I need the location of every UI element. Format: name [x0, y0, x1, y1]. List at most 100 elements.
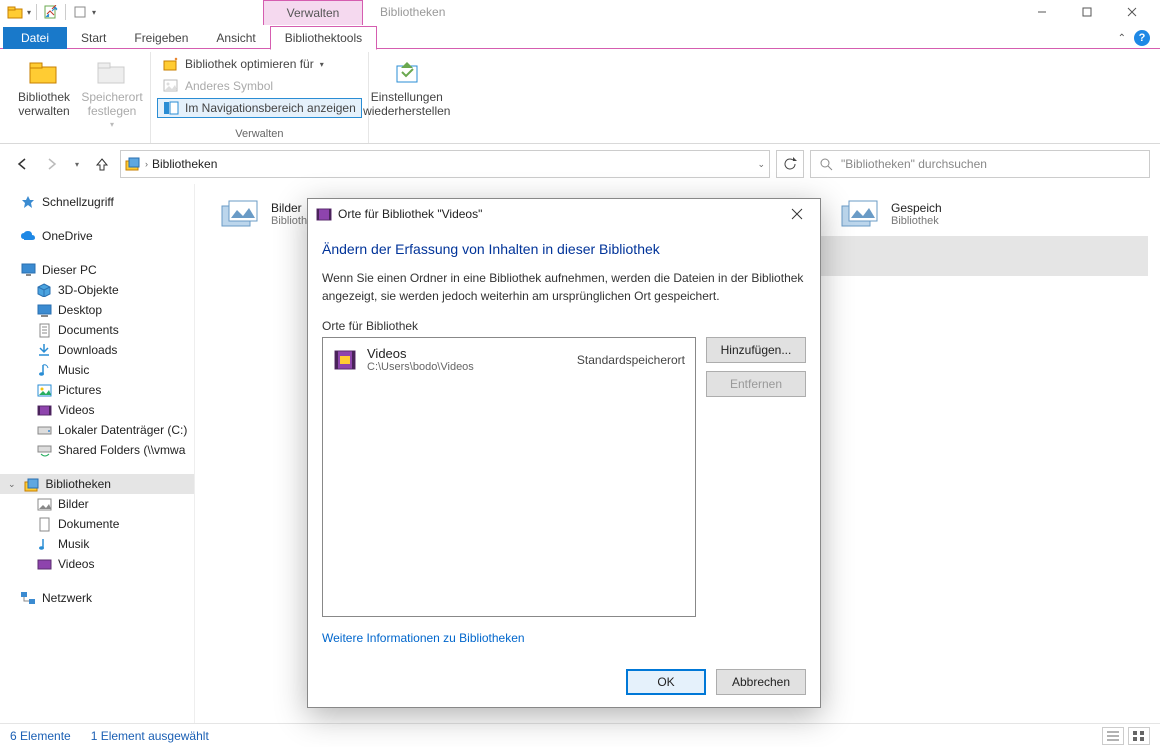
sidebar-item-onedrive[interactable]: OneDrive — [0, 226, 194, 246]
view-details-button[interactable] — [1102, 727, 1124, 745]
optimize-library-button[interactable]: Bibliothek optimieren für ▾ — [157, 54, 362, 74]
label: Dokumente — [58, 517, 119, 531]
forward-button[interactable] — [40, 152, 64, 176]
search-input[interactable]: "Bibliotheken" durchsuchen — [810, 150, 1150, 178]
ribbon: Bibliothek verwalten Speicherort festleg… — [0, 49, 1160, 144]
sidebar-item-pictures[interactable]: Pictures — [0, 380, 194, 400]
video-icon — [36, 402, 52, 418]
chevron-down-icon[interactable]: ▾ — [27, 8, 31, 17]
change-icon-button[interactable]: Anderes Symbol — [157, 76, 362, 96]
library-locations-dialog: Orte für Bibliothek "Videos" Ändern der … — [307, 198, 821, 708]
help-icon[interactable]: ? — [1134, 30, 1150, 46]
sidebar-item-libraries[interactable]: ⌄ Bibliotheken — [0, 474, 194, 494]
library-item-gespeichert[interactable]: GespeichBibliothek — [835, 194, 1115, 234]
cancel-button[interactable]: Abbrechen — [716, 669, 806, 695]
window-controls — [1019, 0, 1154, 25]
qat-newfolder-icon[interactable] — [71, 3, 89, 21]
sidebar-item-quickaccess[interactable]: Schnellzugriff — [0, 192, 194, 212]
label: Documents — [58, 323, 119, 337]
qat-properties-icon[interactable] — [42, 3, 60, 21]
group-label — [76, 129, 79, 146]
dialog-titlebar[interactable]: Orte für Bibliothek "Videos" — [308, 199, 820, 229]
sidebar-item-documents[interactable]: Documents — [0, 320, 194, 340]
location-path: C:\Users\bodo\Videos — [367, 361, 474, 373]
context-tab-header: Verwalten — [263, 0, 363, 25]
sidebar-item-music[interactable]: Music — [0, 360, 194, 380]
show-in-navpane-button[interactable]: Im Navigationsbereich anzeigen — [157, 98, 362, 118]
subtitle: Bibliothek — [891, 215, 942, 227]
tab-librarytools[interactable]: Bibliothektools — [270, 26, 377, 50]
sidebar-item-sharedfolders[interactable]: Shared Folders (\\vmwa — [0, 440, 194, 460]
libraries-icon — [24, 476, 40, 492]
cube-icon — [36, 282, 52, 298]
restore-settings-button[interactable]: Einstellungen wiederherstellen — [375, 52, 439, 118]
sidebar-item-lib-music[interactable]: Musik — [0, 534, 194, 554]
label: 3D-Objekte — [58, 283, 119, 297]
close-button[interactable] — [1109, 0, 1154, 25]
recent-button[interactable]: ▾ — [70, 152, 84, 176]
qat-overflow-icon[interactable]: ▾ — [92, 8, 96, 17]
view-icons-button[interactable] — [1128, 727, 1150, 745]
selected-item-bg — [813, 236, 1148, 276]
sidebar-item-lib-pictures[interactable]: Bilder — [0, 494, 194, 514]
location-item[interactable]: Videos C:\Users\bodo\Videos Standardspei… — [325, 340, 693, 379]
dialog-description: Wenn Sie einen Ordner in eine Bibliothek… — [322, 269, 806, 305]
set-saveloc-button[interactable]: Speicherort festlegen ▾ — [80, 52, 144, 129]
address-bar[interactable]: › Bibliotheken ⌄ — [120, 150, 770, 178]
back-button[interactable] — [10, 152, 34, 176]
sidebar-item-localdisk[interactable]: Lokaler Datenträger (C:) — [0, 420, 194, 440]
ok-button[interactable]: OK — [626, 669, 706, 695]
pc-icon — [20, 262, 36, 278]
manage-library-button[interactable]: Bibliothek verwalten — [12, 52, 76, 118]
label: Bilder — [58, 497, 89, 511]
label: Music — [58, 363, 89, 377]
more-info-link[interactable]: Weitere Informationen zu Bibliotheken — [322, 631, 806, 645]
separator — [65, 4, 66, 20]
app-title: Bibliotheken — [380, 5, 445, 19]
expand-icon[interactable]: ⌄ — [8, 479, 16, 490]
maximize-button[interactable] — [1064, 0, 1109, 25]
up-button[interactable] — [90, 152, 114, 176]
label: Bibliotheken — [46, 477, 111, 491]
collapse-ribbon-icon[interactable]: ⌃ — [1118, 33, 1126, 44]
remove-location-button[interactable]: Entfernen — [706, 371, 806, 397]
chevron-down-icon: ▾ — [75, 160, 79, 169]
sidebar-item-lib-videos[interactable]: Videos — [0, 554, 194, 574]
sidebar-item-thispc[interactable]: Dieser PC — [0, 260, 194, 280]
folder-faded-icon — [96, 56, 128, 88]
drive-icon — [36, 422, 52, 438]
document-icon — [36, 322, 52, 338]
dialog-heading: Ändern der Erfassung von Inhalten in die… — [322, 241, 806, 257]
sparkle-folder-icon — [163, 56, 179, 72]
tab-file[interactable]: Datei — [3, 27, 67, 49]
status-bar: 6 Elemente 1 Element ausgewählt — [0, 723, 1160, 747]
minimize-button[interactable] — [1019, 0, 1064, 25]
label: Videos — [58, 403, 94, 417]
dialog-close-button[interactable] — [782, 199, 812, 229]
separator — [36, 4, 37, 20]
sidebar-item-desktop[interactable]: Desktop — [0, 300, 194, 320]
sidebar-item-lib-documents[interactable]: Dokumente — [0, 514, 194, 534]
chevron-right-icon[interactable]: › — [145, 159, 148, 169]
add-location-button[interactable]: Hinzufügen... — [706, 337, 806, 363]
download-icon — [36, 342, 52, 358]
chevron-down-icon: ▾ — [110, 120, 114, 129]
picture-icon — [36, 496, 52, 512]
netdrive-icon — [36, 442, 52, 458]
sidebar-item-3dobjects[interactable]: 3D-Objekte — [0, 280, 194, 300]
label: OneDrive — [42, 229, 93, 243]
locations-list[interactable]: Videos C:\Users\bodo\Videos Standardspei… — [322, 337, 696, 617]
label: Pictures — [58, 383, 101, 397]
tab-start[interactable]: Start — [67, 27, 120, 49]
tab-share[interactable]: Freigeben — [120, 27, 202, 49]
sidebar-item-videos[interactable]: Videos — [0, 400, 194, 420]
breadcrumb-item[interactable]: Bibliotheken — [152, 157, 217, 171]
sidebar-item-downloads[interactable]: Downloads — [0, 340, 194, 360]
cloud-icon — [20, 228, 36, 244]
title: Gespeich — [891, 201, 942, 215]
title-bar: ▾ ▾ — [0, 0, 1160, 25]
chevron-down-icon[interactable]: ⌄ — [757, 159, 765, 170]
tab-view[interactable]: Ansicht — [202, 27, 269, 49]
sidebar-item-network[interactable]: Netzwerk — [0, 588, 194, 608]
refresh-button[interactable] — [776, 150, 804, 178]
